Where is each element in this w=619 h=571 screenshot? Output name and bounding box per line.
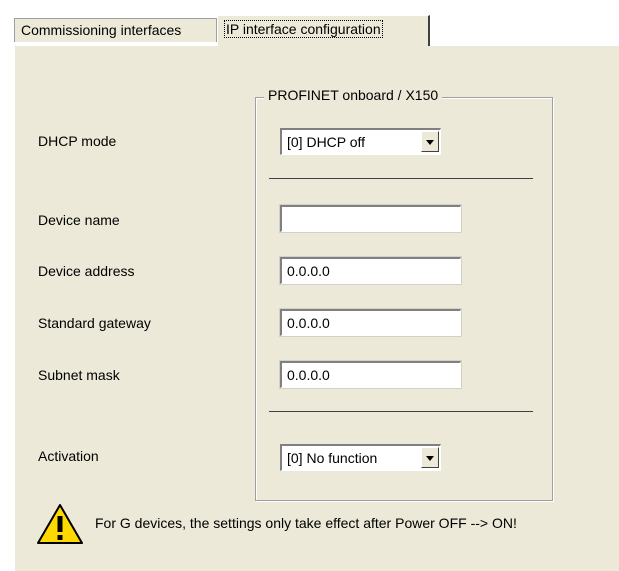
device-address-field[interactable]: 0.0.0.0 <box>279 256 462 285</box>
dhcp-mode-dropdown-button[interactable] <box>421 131 439 152</box>
subnet-mask-field[interactable]: 0.0.0.0 <box>279 360 462 389</box>
dhcp-mode-label: DHCP mode <box>38 133 117 149</box>
tab-strip: Commissioning interfaces IP interface co… <box>0 0 619 46</box>
separator-top <box>269 178 533 179</box>
dhcp-mode-value: [0] DHCP off <box>287 134 366 150</box>
tab-ip-interface-configuration[interactable]: IP interface configuration <box>217 15 430 46</box>
warning-triangle-icon <box>37 504 83 544</box>
profinet-group-title: PROFINET onboard / X150 <box>264 87 443 103</box>
profinet-group-box <box>255 97 553 501</box>
tab-commissioning-interfaces[interactable]: Commissioning interfaces <box>14 18 217 42</box>
activation-label: Activation <box>38 448 99 464</box>
activation-select[interactable]: [0] No function <box>280 444 441 471</box>
subnet-mask-label: Subnet mask <box>38 367 120 383</box>
separator-bottom <box>269 411 533 412</box>
dhcp-mode-select[interactable]: [0] DHCP off <box>280 128 441 155</box>
standard-gateway-label: Standard gateway <box>38 315 151 331</box>
device-address-label: Device address <box>38 263 135 279</box>
activation-value: [0] No function <box>287 450 378 466</box>
standard-gateway-field[interactable]: 0.0.0.0 <box>279 308 462 337</box>
ip-config-dialog: Commissioning interfaces IP interface co… <box>0 0 619 571</box>
device-name-label: Device name <box>38 212 120 228</box>
activation-dropdown-button[interactable] <box>421 447 439 468</box>
tab-commissioning-interfaces-label: Commissioning interfaces <box>21 22 182 38</box>
warning-message: For G devices, the settings only take ef… <box>95 515 517 531</box>
tab-ip-interface-configuration-label: IP interface configuration <box>224 20 383 38</box>
device-name-field[interactable] <box>279 204 462 233</box>
